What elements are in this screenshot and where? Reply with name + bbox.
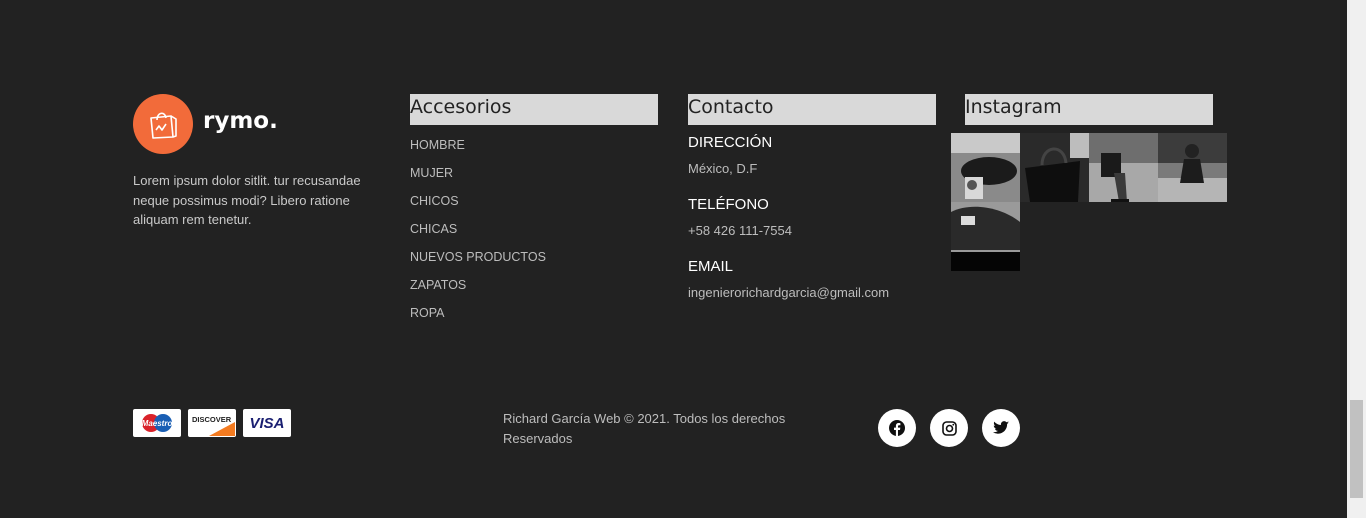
discover-label: DISCOVER <box>192 415 232 424</box>
instagram-title: Instagram <box>965 94 1213 125</box>
payment-methods: Maestro DISCOVER VISA <box>133 409 291 437</box>
instagram-photo-cap[interactable] <box>951 202 1020 271</box>
maestro-label: Maestro <box>142 419 173 428</box>
brand-description: Lorem ipsum dolor sitlit. tur recusandae… <box>133 173 361 227</box>
instagram-photo-handbag[interactable] <box>1020 133 1089 202</box>
accessories-title: Accesorios <box>410 94 658 125</box>
address-value: México, D.F <box>688 161 758 176</box>
contact-title: Contacto <box>688 94 936 125</box>
twitter-button[interactable] <box>982 409 1020 447</box>
contact-info: DIRECCIÓN México, D.F TELÉFONO +58 426 1… <box>688 133 948 319</box>
instagram-icon <box>941 420 957 436</box>
link-ropa[interactable]: ROPA <box>410 305 546 333</box>
page-scrollbar[interactable] <box>1347 0 1366 518</box>
link-chicas[interactable]: CHICAS <box>410 221 546 249</box>
phone-label: TELÉFONO <box>688 196 769 213</box>
phone-value: +58 426 111-7554 <box>688 223 792 238</box>
twitter-icon <box>993 421 1009 434</box>
visa-card-icon: VISA <box>243 409 291 437</box>
link-zapatos[interactable]: ZAPATOS <box>410 277 546 305</box>
link-nuevos-productos[interactable]: NUEVOS PRODUCTOS <box>410 249 546 277</box>
email-value[interactable]: ingenierorichardgarcia@gmail.com <box>688 284 948 319</box>
copyright-text: Richard García Web © 2021. Todos los der… <box>503 411 786 446</box>
address-label: DIRECCIÓN <box>688 134 773 151</box>
instagram-button[interactable] <box>930 409 968 447</box>
maestro-card-icon: Maestro <box>133 409 181 437</box>
scrollbar-thumb[interactable] <box>1350 400 1363 498</box>
link-hombre[interactable]: HOMBRE <box>410 137 546 165</box>
accessories-list: HOMBRE MUJER CHICOS CHICAS NUEVOS PRODUC… <box>410 137 546 333</box>
facebook-button[interactable] <box>878 409 916 447</box>
discover-card-icon: DISCOVER <box>188 409 236 437</box>
facebook-icon <box>889 420 905 436</box>
social-links <box>878 409 1020 447</box>
brand-name[interactable]: rymo. <box>203 108 323 134</box>
link-chicos[interactable]: CHICOS <box>410 193 546 221</box>
instagram-photo-quilted-bag[interactable] <box>1089 133 1158 202</box>
link-mujer[interactable]: MUJER <box>410 165 546 193</box>
instagram-photo-woman-sitting[interactable] <box>1158 133 1227 202</box>
email-label: EMAIL <box>688 258 734 275</box>
instagram-photo-watch-bag[interactable] <box>951 133 1020 202</box>
shopping-bag-logo-icon[interactable] <box>133 94 193 154</box>
